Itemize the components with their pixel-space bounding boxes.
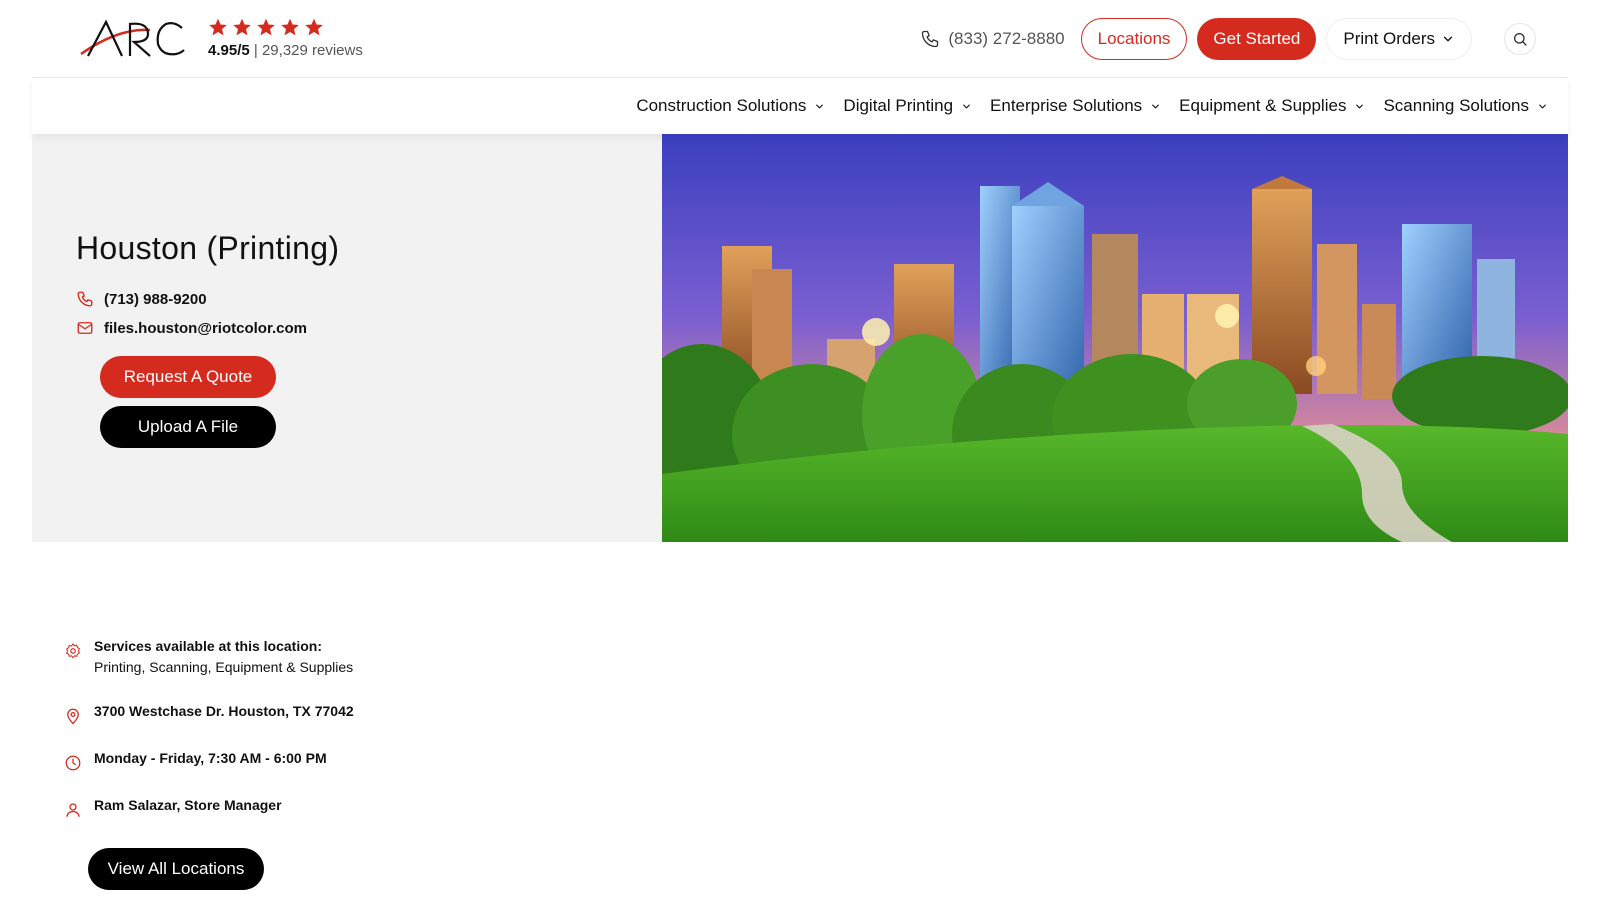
location-phone-number: (713) 988-9200 [104, 290, 207, 308]
top-bar: 4.95/5 | 29,329 reviews (833) 272-8880 L… [32, 0, 1568, 78]
chevron-down-icon [1152, 104, 1160, 108]
page: 4.95/5 | 29,329 reviews (833) 272-8880 L… [32, 0, 1568, 900]
rating-reviews[interactable]: 29,329 reviews [262, 42, 363, 59]
houston-skyline-photo [662, 134, 1568, 542]
location-hero: Houston (Printing) (713) 988-9200 files.… [32, 134, 1568, 542]
location-email: files.houston@riotcolor.com [104, 319, 307, 337]
locations-button[interactable]: Locations [1080, 18, 1188, 60]
star-icon [281, 18, 299, 36]
address-detail: 3700 Westchase Dr. Houston, TX 77042 [64, 701, 354, 725]
map-pin-icon [67, 708, 79, 725]
phone-icon [77, 291, 93, 307]
services-list: Printing, Scanning, Equipment & Supplies [94, 659, 354, 675]
nav-item-equipment-supplies[interactable]: Equipment & Supplies [1179, 96, 1365, 116]
star-icon [257, 18, 275, 36]
star-icon [233, 18, 251, 36]
upload-file-button[interactable]: Upload A File [100, 406, 276, 448]
star-icon [305, 18, 323, 36]
store-manager: Ram Salazar, Store Manager [94, 797, 282, 813]
nav-item-label: Scanning Solutions [1383, 96, 1529, 115]
business-hours: Monday - Friday, 7:30 AM - 6:00 PM [94, 750, 327, 766]
services-detail: Services available at this location: Pri… [64, 636, 353, 678]
mail-icon [77, 322, 93, 334]
location-email-link[interactable]: files.houston@riotcolor.com [76, 319, 307, 337]
nav-item-label: Digital Printing [843, 96, 954, 115]
location-info-panel: Houston (Printing) (713) 988-9200 files.… [32, 134, 662, 542]
location-phone-link[interactable]: (713) 988-9200 [76, 290, 207, 308]
phone-icon [922, 30, 939, 48]
rating-separator: | [253, 42, 258, 59]
search-button[interactable] [1504, 23, 1536, 55]
gear-icon [66, 643, 80, 659]
request-quote-button[interactable]: Request A Quote [100, 356, 276, 398]
rating-block: 4.95/5 | 29,329 reviews [208, 16, 363, 59]
view-all-locations-button[interactable]: View All Locations [88, 848, 264, 890]
main-nav: Construction Solutions Digital Printing … [32, 78, 1568, 134]
services-heading: Services available at this location: [94, 638, 322, 654]
header-phone-link[interactable]: (833) 272-8880 [920, 29, 1065, 49]
print-orders-label: Print Orders [1343, 29, 1435, 48]
chevron-down-icon [1443, 36, 1453, 42]
page-title: Houston (Printing) [76, 230, 340, 266]
rating-stars [208, 16, 363, 38]
nav-item-digital-printing[interactable]: Digital Printing [843, 96, 972, 116]
header-actions: (833) 272-8880 Locations Get Started Pri… [920, 18, 1536, 60]
star-icon [209, 18, 227, 36]
rating-text: 4.95/5 | 29,329 reviews [208, 42, 363, 59]
chevron-down-icon [1356, 104, 1364, 108]
arc-logo[interactable] [78, 18, 186, 60]
nav-item-construction-solutions[interactable]: Construction Solutions [636, 96, 825, 116]
get-started-button[interactable]: Get Started [1197, 18, 1317, 60]
rating-value: 4.95/5 [208, 42, 250, 59]
nav-item-label: Equipment & Supplies [1179, 96, 1347, 115]
nav-item-label: Enterprise Solutions [990, 96, 1143, 115]
hours-detail: Monday - Friday, 7:30 AM - 6:00 PM [64, 748, 327, 772]
clock-icon [65, 755, 81, 771]
header-phone-number: (833) 272-8880 [948, 29, 1065, 48]
search-icon [1514, 33, 1527, 46]
nav-item-scanning-solutions[interactable]: Scanning Solutions [1383, 96, 1548, 116]
location-address: 3700 Westchase Dr. Houston, TX 77042 [94, 703, 354, 719]
nav-item-label: Construction Solutions [636, 96, 807, 115]
nav-items: Construction Solutions Digital Printing … [636, 78, 1548, 134]
chevron-down-icon [816, 104, 824, 108]
chevron-down-icon [963, 104, 970, 108]
print-orders-dropdown[interactable]: Print Orders [1326, 18, 1472, 60]
manager-detail: Ram Salazar, Store Manager [64, 795, 282, 819]
user-icon [66, 803, 80, 817]
chevron-down-icon [1539, 104, 1546, 108]
nav-item-enterprise-solutions[interactable]: Enterprise Solutions [990, 96, 1161, 116]
